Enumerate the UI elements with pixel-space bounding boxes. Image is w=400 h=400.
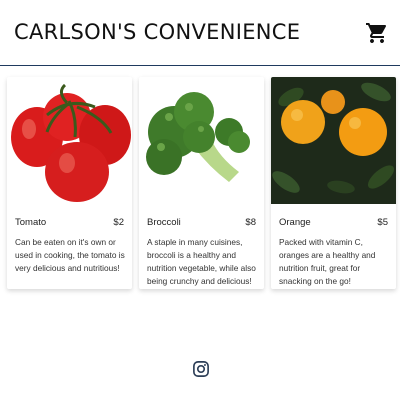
product-card-broccoli[interactable]: Broccoli $8 A staple in many cuisines, b… — [139, 77, 264, 289]
product-grid: Tomato $2 Can be eaten on it's own or us… — [7, 77, 396, 292]
tomato-photo — [7, 77, 132, 204]
product-description: Can be eaten on it's own or used in cook… — [15, 237, 125, 273]
product-price: $8 — [245, 217, 256, 228]
shopping-cart-icon[interactable] — [365, 21, 389, 45]
broccoli-photo — [139, 77, 264, 204]
product-name: Tomato — [15, 217, 47, 228]
store-title: CARLSON'S CONVENIENCE — [14, 20, 301, 44]
product-card-tomato[interactable]: Tomato $2 Can be eaten on it's own or us… — [7, 77, 132, 289]
site-header: CARLSON'S CONVENIENCE — [0, 0, 400, 66]
product-card-orange[interactable]: Orange $5 Packed with vitamin C, oranges… — [271, 77, 396, 289]
product-description: Packed with vitamin C, oranges are a hea… — [279, 237, 376, 286]
product-name: Broccoli — [147, 217, 181, 228]
product-price: $5 — [377, 217, 388, 228]
product-price: $2 — [113, 217, 124, 228]
product-description: A staple in many cuisines, broccoli is a… — [147, 237, 256, 286]
product-name: Orange — [279, 217, 311, 228]
instagram-icon[interactable] — [192, 360, 210, 378]
orange-photo — [271, 77, 396, 204]
